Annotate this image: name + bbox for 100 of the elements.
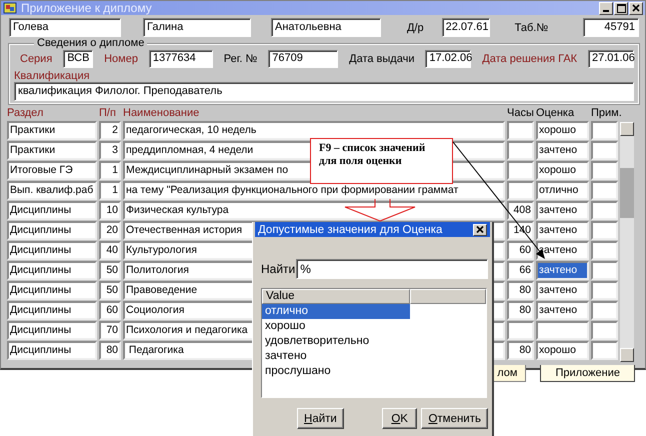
table-cell: 1 xyxy=(99,161,121,180)
table-cell: Дисциплины xyxy=(7,341,97,360)
table-cell: на тему "Реализация функционального при формировании граммат xyxy=(123,181,505,200)
input-field[interactable]: 27.01.06 xyxy=(588,50,634,68)
column-header: Раздел xyxy=(7,107,44,119)
table-cell[interactable]: зачтено xyxy=(536,261,589,280)
table-cell xyxy=(591,281,618,300)
patronymic-field[interactable]: Анатольевна xyxy=(271,18,381,37)
table-cell[interactable]: хорошо xyxy=(536,341,589,360)
close-button[interactable] xyxy=(473,224,487,236)
last-name-field[interactable]: Голева xyxy=(9,18,121,37)
table-cell[interactable]: зачтено xyxy=(536,301,589,320)
callout-note: F9 – список значений для поля оценки xyxy=(310,138,453,184)
table-cell[interactable]: хорошо xyxy=(536,161,589,180)
column-header: Оценка xyxy=(536,107,576,119)
table-cell xyxy=(591,141,618,160)
tab-number-field[interactable]: 45791 xyxy=(583,18,639,37)
search-label: Найти xyxy=(261,262,296,276)
scrollbar[interactable] xyxy=(620,122,634,362)
first-name-field[interactable]: Галина xyxy=(143,18,251,37)
window-title: Приложение к диплому xyxy=(21,1,153,15)
table-cell xyxy=(591,301,618,320)
birth-date-label: Д/р xyxy=(407,22,424,34)
table-cell: Физическая культура xyxy=(123,201,505,220)
table-cell xyxy=(591,341,618,360)
input-field[interactable]: 76709 xyxy=(268,50,338,68)
list-item[interactable]: хорошо xyxy=(262,319,410,334)
table-cell[interactable]: отлично xyxy=(536,181,589,200)
table-cell[interactable]: хорошо xyxy=(536,121,589,140)
table-cell: 20 xyxy=(99,221,121,240)
table-cell: педагогическая, 10 недель xyxy=(123,121,505,140)
list-item[interactable]: отлично xyxy=(262,304,410,319)
search-field[interactable]: % xyxy=(296,259,488,279)
table-cell[interactable]: зачтено xyxy=(536,201,589,220)
dialog-button[interactable]: OK xyxy=(382,408,418,429)
table-cell: 66 xyxy=(507,261,534,280)
minimize-button[interactable] xyxy=(599,2,613,14)
table-cell: Дисциплины xyxy=(7,321,97,340)
table-cell xyxy=(507,321,534,340)
table-cell: 50 xyxy=(99,261,121,280)
table-cell xyxy=(507,141,534,160)
table-cell[interactable]: зачтено xyxy=(536,141,589,160)
input-field[interactable]: ВСВ xyxy=(63,50,94,68)
table-cell[interactable] xyxy=(536,321,589,340)
table-cell: 80 xyxy=(507,301,534,320)
table-cell xyxy=(507,121,534,140)
column-header: П/п xyxy=(99,107,117,119)
table-cell: 80 xyxy=(99,341,121,360)
table-cell xyxy=(591,201,618,220)
table-cell: Дисциплины xyxy=(7,301,97,320)
table-cell: 70 xyxy=(99,321,121,340)
app-icon xyxy=(3,1,17,15)
table-cell xyxy=(591,241,618,260)
table-cell: 2 xyxy=(99,121,121,140)
table-cell xyxy=(591,321,618,340)
table-cell: 80 xyxy=(507,281,534,300)
table-cell xyxy=(591,181,618,200)
table-cell: 10 xyxy=(99,201,121,220)
tab[interactable]: Приложение xyxy=(540,365,635,382)
column-header: Наименование xyxy=(123,107,200,119)
close-icon xyxy=(476,226,484,233)
maximize-button[interactable] xyxy=(614,2,628,14)
table-cell: Итоговые ГЭ xyxy=(7,161,97,180)
maximize-icon xyxy=(616,4,626,12)
table-cell: 40 xyxy=(99,241,121,260)
field-label: Дата решения ГАК xyxy=(482,53,578,65)
table-cell xyxy=(591,161,618,180)
table-cell: 60 xyxy=(507,241,534,260)
table-cell xyxy=(591,221,618,240)
column-header: Часы xyxy=(507,107,534,119)
dialog-button[interactable]: Найти xyxy=(297,408,344,429)
table-cell: Дисциплины xyxy=(7,261,97,280)
table-cell[interactable]: зачтено xyxy=(536,221,589,240)
birth-date-field[interactable]: 22.07.61 xyxy=(442,18,490,37)
column-header: Прим. xyxy=(591,107,622,119)
input-field[interactable]: 17.02.06 xyxy=(425,50,472,68)
table-cell: Дисциплины xyxy=(7,281,97,300)
list-header[interactable]: Value xyxy=(262,289,410,304)
table-cell[interactable]: зачтено xyxy=(536,281,589,300)
table-cell: 1 xyxy=(99,181,121,200)
close-button[interactable] xyxy=(629,2,643,14)
input-field[interactable]: 1377634 xyxy=(148,50,213,68)
close-icon xyxy=(632,4,640,12)
table-cell xyxy=(507,161,534,180)
table-cell xyxy=(591,121,618,140)
table-cell: Вып. квалиф.раб xyxy=(7,181,97,200)
table-cell xyxy=(507,181,534,200)
qualification-label: Квалификация xyxy=(14,70,91,82)
table-cell: 60 xyxy=(99,301,121,320)
tab-number-label: Таб.№ xyxy=(514,22,548,34)
dialog-button[interactable]: Отменить xyxy=(421,408,488,429)
table-cell: Дисциплины xyxy=(7,201,97,220)
qualification-field[interactable]: квалификация Филолог. Преподаватель xyxy=(14,82,634,101)
group-title: Сведения о дипломе xyxy=(34,37,148,50)
list-item[interactable]: прослушано xyxy=(262,364,410,379)
tab[interactable]: лом xyxy=(492,365,526,382)
field-label: Дата выдачи xyxy=(349,53,414,65)
table-cell: Дисциплины xyxy=(7,241,97,260)
field-label: Номер xyxy=(104,53,138,65)
table-cell: 3 xyxy=(99,141,121,160)
